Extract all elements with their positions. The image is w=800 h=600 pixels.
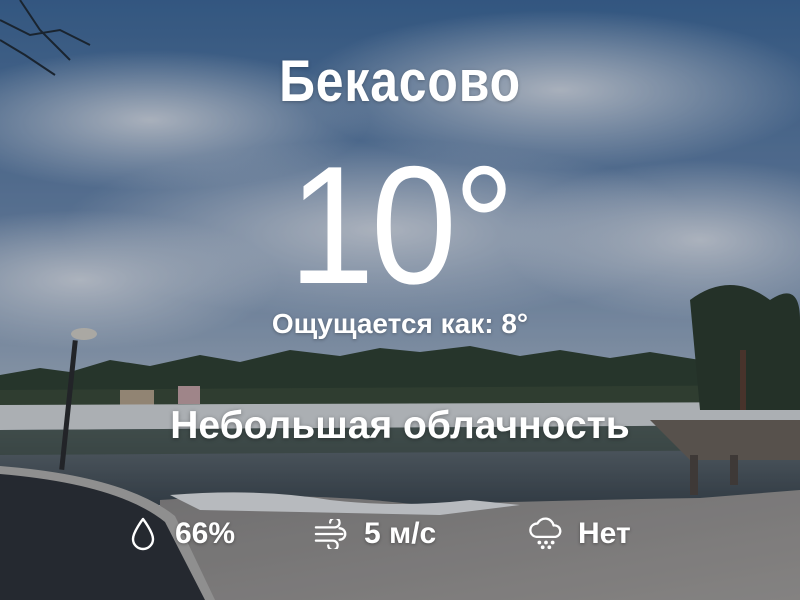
city-name: Бекасово <box>279 49 521 114</box>
temperature: 10° <box>288 131 515 319</box>
weather-details: 66% 5 м/с Нет <box>0 512 800 556</box>
precipitation-stat: Нет <box>528 512 631 556</box>
humidity-value: 66% <box>175 517 236 550</box>
wind-value: 5 м/с <box>364 517 437 550</box>
humidity-stat: 66% <box>125 512 235 556</box>
weather-condition: Небольшая облачность <box>170 404 630 447</box>
wind-stat: 5 м/с <box>314 512 436 556</box>
wind-icon <box>314 516 350 552</box>
precipitation-value: Нет <box>578 517 631 550</box>
feels-like: Ощущается как: 8° <box>271 308 529 339</box>
droplet-icon <box>125 516 161 552</box>
cloud-snow-icon <box>528 516 564 552</box>
